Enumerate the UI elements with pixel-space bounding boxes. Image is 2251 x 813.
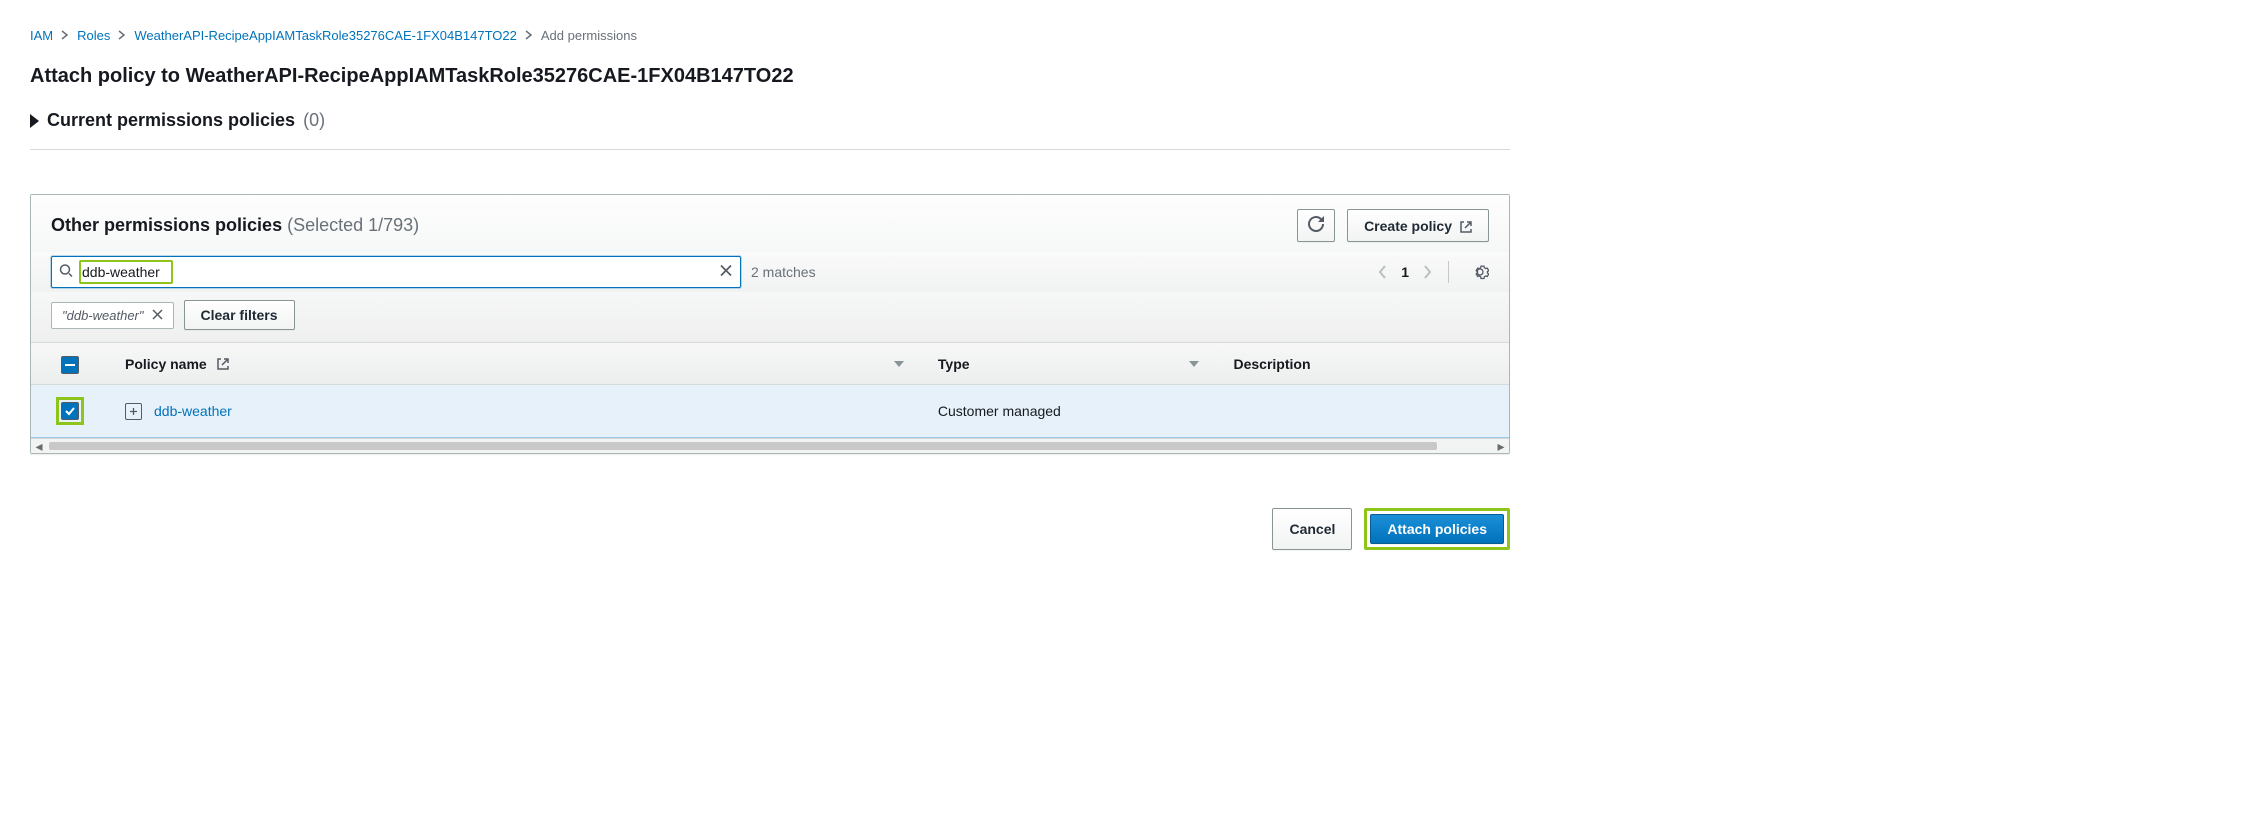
col-policy-name-label: Policy name (125, 356, 207, 372)
pager: 1 (1378, 264, 1432, 280)
pager-prev[interactable] (1378, 265, 1387, 279)
scroll-right-icon: ▸ (1493, 439, 1509, 453)
clear-filters-label: Clear filters (201, 307, 278, 323)
search-icon (59, 264, 73, 281)
other-policies-subtitle: (Selected 1/793) (287, 215, 419, 235)
breadcrumb-link-role-name[interactable]: WeatherAPI-RecipeAppIAMTaskRole35276CAE-… (134, 28, 517, 43)
pager-page: 1 (1401, 264, 1409, 280)
row-checkbox[interactable] (61, 402, 79, 420)
close-icon (152, 308, 163, 323)
create-policy-label: Create policy (1364, 218, 1452, 234)
scroll-left-icon: ◂ (31, 439, 47, 453)
settings-button[interactable] (1471, 263, 1489, 281)
scroll-thumb[interactable] (49, 442, 1437, 450)
select-all-header[interactable] (31, 343, 109, 385)
checkbox-indeterminate-icon (61, 356, 79, 374)
clear-search-icon[interactable] (719, 264, 733, 281)
row-description (1217, 385, 1509, 438)
refresh-button[interactable] (1297, 209, 1335, 242)
row-type: Customer managed (922, 385, 1218, 438)
breadcrumb-current: Add permissions (541, 28, 637, 43)
current-policies-count: (0) (303, 110, 325, 131)
match-count: 2 matches (751, 264, 816, 280)
search-input[interactable] (51, 256, 741, 288)
create-policy-button[interactable]: Create policy (1347, 209, 1489, 242)
other-policies-title: Other permissions policies (Selected 1/7… (51, 215, 419, 236)
attach-highlight: Attach policies (1364, 508, 1510, 550)
attach-policies-label: Attach policies (1387, 521, 1487, 537)
refresh-icon (1308, 216, 1324, 235)
breadcrumb: IAM Roles WeatherAPI-RecipeAppIAMTaskRol… (30, 28, 1510, 43)
filter-chip[interactable]: "ddb-weather" (51, 302, 174, 329)
chevron-right-icon (525, 28, 533, 43)
col-description-label: Description (1233, 356, 1310, 372)
external-link-icon (217, 357, 229, 369)
filter-chip-label: "ddb-weather" (62, 308, 144, 323)
attach-policies-button[interactable]: Attach policies (1370, 514, 1504, 544)
cancel-button[interactable]: Cancel (1272, 508, 1352, 550)
checkbox-highlight (56, 397, 84, 425)
table-row[interactable]: ddb-weather Customer managed (31, 385, 1509, 438)
other-policies-title-text: Other permissions policies (51, 215, 282, 235)
caret-right-icon (30, 114, 39, 128)
search-wrapper (51, 256, 741, 288)
policies-table: Policy name Type Description (31, 343, 1509, 438)
breadcrumb-link-iam[interactable]: IAM (30, 28, 53, 43)
chevron-right-icon (61, 28, 69, 43)
current-policies-toggle[interactable]: Current permissions policies (0) (30, 110, 1510, 150)
col-type[interactable]: Type (922, 343, 1218, 385)
cancel-label: Cancel (1289, 521, 1335, 537)
col-policy-name[interactable]: Policy name (109, 343, 922, 385)
policy-link[interactable]: ddb-weather (154, 403, 232, 419)
clear-filters-button[interactable]: Clear filters (184, 300, 295, 330)
col-description[interactable]: Description (1217, 343, 1509, 385)
breadcrumb-link-roles[interactable]: Roles (77, 28, 110, 43)
expand-row-button[interactable] (125, 403, 142, 420)
current-policies-label: Current permissions policies (47, 110, 295, 131)
chevron-right-icon (118, 28, 126, 43)
external-link-icon (1460, 220, 1472, 232)
horizontal-scrollbar[interactable]: ◂ ▸ (31, 438, 1509, 453)
col-type-label: Type (938, 356, 970, 372)
page-title: Attach policy to WeatherAPI-RecipeAppIAM… (30, 65, 1510, 88)
other-policies-panel: Other permissions policies (Selected 1/7… (30, 194, 1510, 454)
pager-next[interactable] (1423, 265, 1432, 279)
